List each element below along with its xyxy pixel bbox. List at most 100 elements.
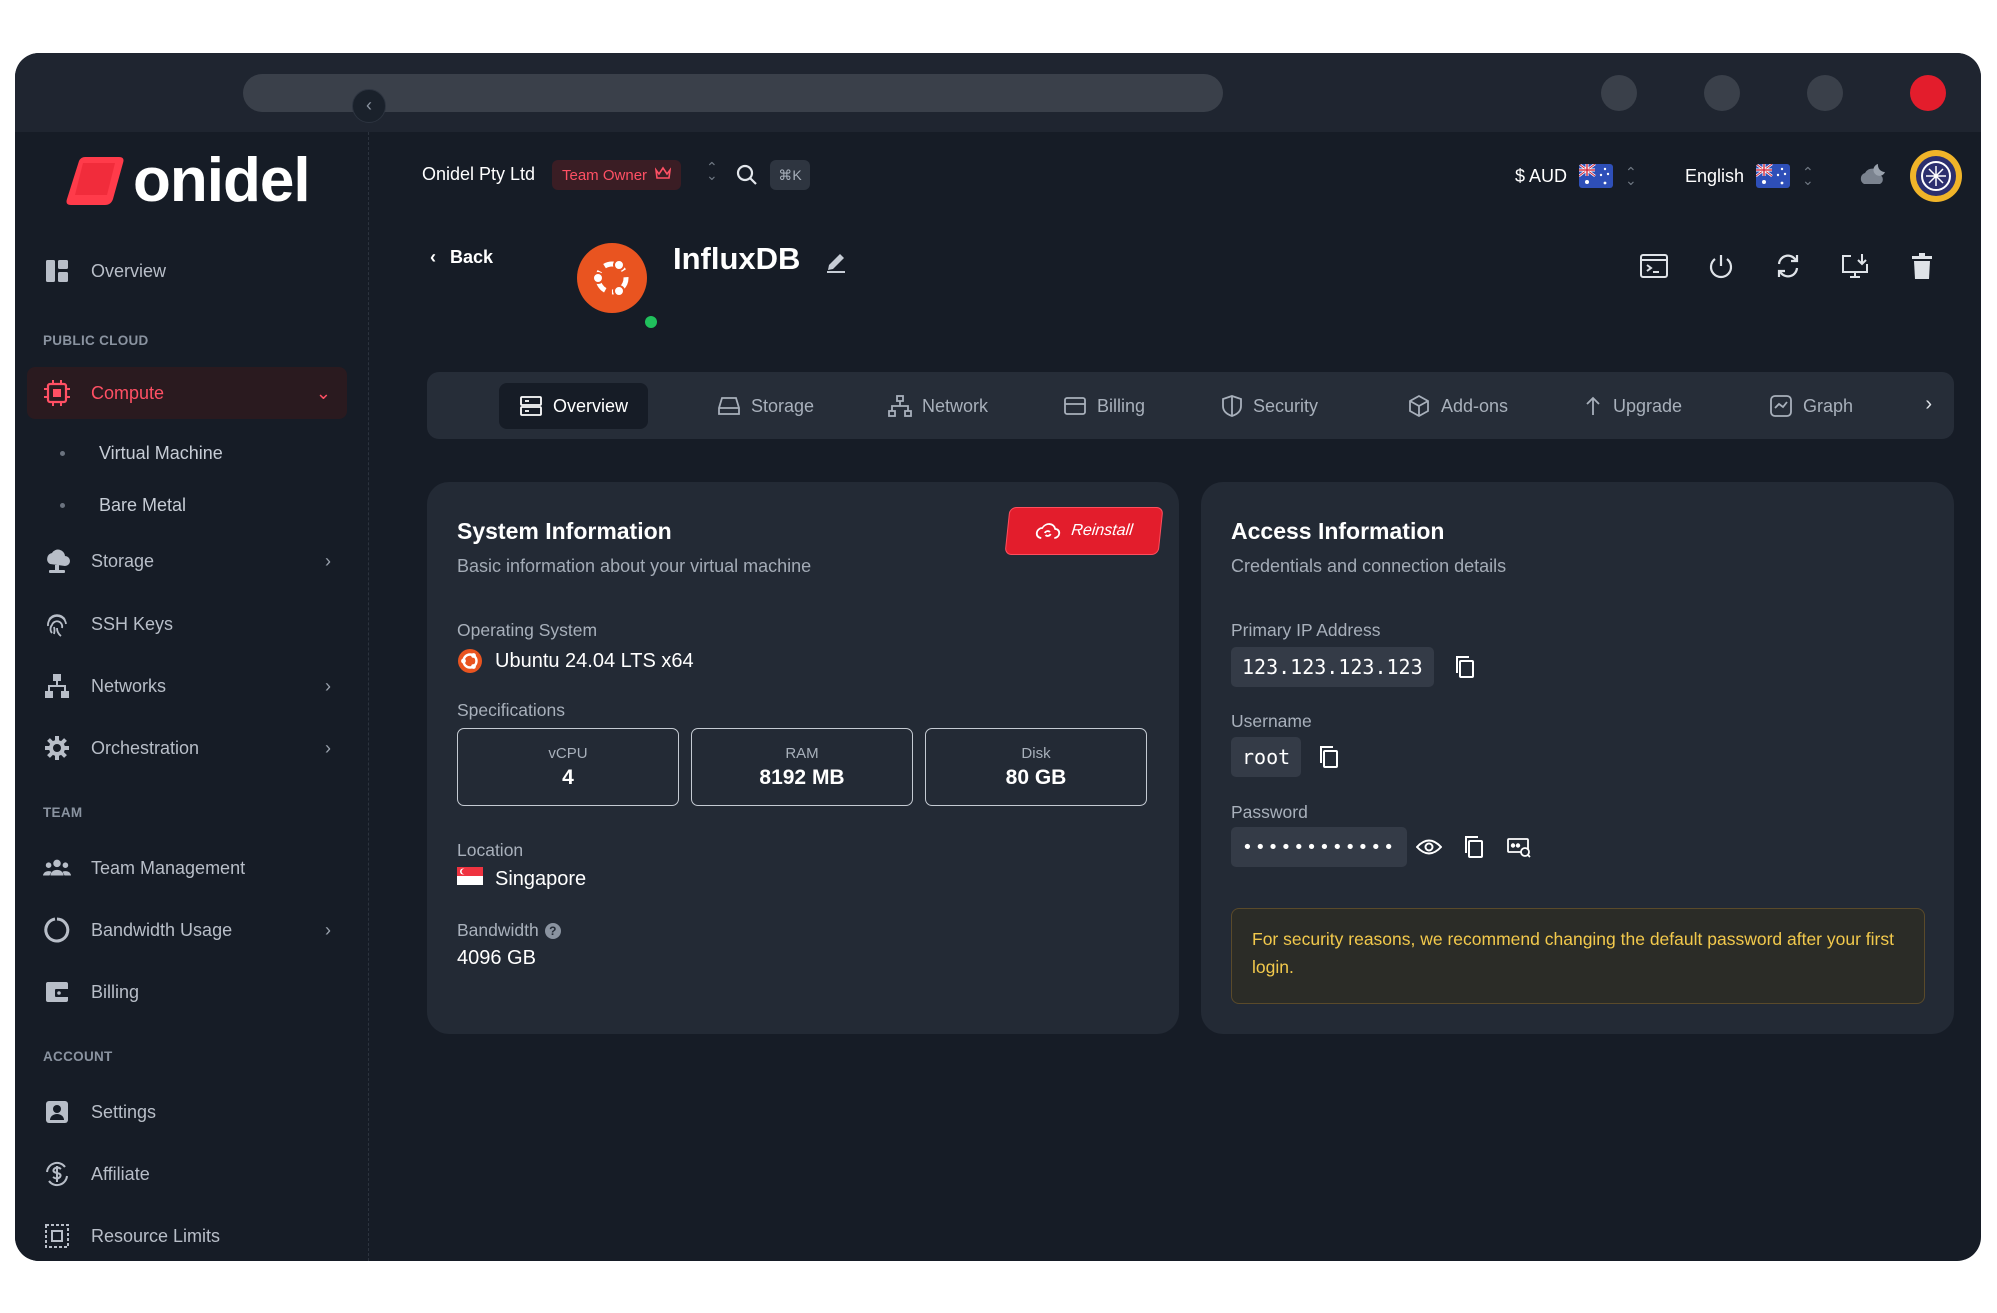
credit-card-icon	[1064, 397, 1086, 415]
close-window-dot[interactable]	[1910, 75, 1946, 111]
brand-logo[interactable]: onidel	[65, 146, 311, 215]
team-switcher-icon[interactable]: ⌃ ⌄	[706, 160, 718, 182]
password-label: Password	[1231, 802, 1308, 822]
sidebar-item-networks[interactable]: Networks ›	[27, 660, 347, 712]
sidebar-item-storage[interactable]: Storage ›	[27, 535, 347, 587]
cpu-icon	[43, 379, 71, 407]
language-selector[interactable]: English ⌃ ⌄	[1685, 164, 1814, 188]
brand-logo-icon	[66, 157, 124, 205]
copy-password-icon[interactable]	[1461, 834, 1487, 860]
window-control-dot[interactable]	[1807, 75, 1843, 111]
sidebar-item-label: Compute	[91, 382, 165, 403]
sidebar-item-overview[interactable]: Overview	[27, 245, 347, 297]
app-window: onidel ‹ Overview PUBLIC CLOUD Compute ⌄…	[15, 53, 1981, 1261]
address-bar[interactable]	[243, 74, 1223, 112]
refresh-icon	[1777, 254, 1799, 278]
tab-label: Upgrade	[1613, 395, 1683, 416]
restart-button[interactable]	[1769, 247, 1807, 285]
tab-upgrade[interactable]: Upgrade	[1563, 383, 1702, 429]
tab-label: Graph	[1803, 395, 1854, 416]
hard-drive-icon	[718, 397, 740, 415]
delete-button[interactable]	[1903, 247, 1941, 285]
chevron-right-icon: ›	[325, 919, 331, 940]
bandwidth-label: Bandwidth ?	[457, 920, 561, 941]
sidebar-item-billing[interactable]: Billing	[27, 966, 347, 1018]
brand-name: onidel	[133, 146, 311, 215]
sidebar-item-label: Settings	[91, 1101, 157, 1122]
tab-overview[interactable]: Overview	[499, 383, 649, 429]
search-icon[interactable]	[735, 163, 759, 192]
sidebar-item-label: Billing	[91, 981, 140, 1002]
spec-value: 80 GB	[1005, 765, 1067, 789]
tab-network[interactable]: Network	[868, 383, 1008, 429]
tabs-scroll-right-icon[interactable]: ›	[1925, 393, 1932, 416]
card-title: Access Information	[1231, 518, 1445, 544]
australia-flag-icon	[1756, 164, 1791, 188]
ubuntu-logo-icon	[577, 243, 647, 313]
role-badge-label: Team Owner	[562, 166, 648, 184]
location-value-text: Singapore	[495, 867, 587, 890]
sidebar-item-resource-limits[interactable]: Resource Limits	[27, 1210, 347, 1261]
sidebar-item-settings[interactable]: Settings	[27, 1086, 347, 1138]
server-icon	[520, 396, 542, 416]
trash-icon	[1912, 253, 1932, 279]
section-label-team: TEAM	[43, 805, 83, 820]
help-icon[interactable]: ?	[544, 922, 561, 939]
card-title: System Information	[457, 518, 672, 544]
sidebar-subitem-bare-metal[interactable]: Bare Metal	[27, 485, 347, 525]
tab-storage[interactable]: Storage	[697, 383, 834, 429]
section-label-account: ACCOUNT	[43, 1049, 113, 1064]
window-control-dot[interactable]	[1704, 75, 1740, 111]
tab-graph[interactable]: Graph	[1749, 383, 1873, 429]
section-label-public-cloud: PUBLIC CLOUD	[43, 333, 149, 348]
username-value: root	[1231, 737, 1302, 777]
card-subtitle: Basic information about your virtual mac…	[457, 556, 812, 576]
power-button[interactable]	[1702, 247, 1740, 285]
sidebar-item-bandwidth-usage[interactable]: Bandwidth Usage ›	[27, 904, 347, 956]
sidebar-item-orchestration[interactable]: Orchestration ›	[27, 722, 347, 774]
window-control-dot[interactable]	[1601, 75, 1637, 111]
gear-icon	[43, 734, 71, 762]
copy-username-icon[interactable]	[1316, 744, 1342, 770]
collapse-sidebar-button[interactable]: ‹	[352, 89, 386, 123]
tab-billing[interactable]: Billing	[1043, 383, 1165, 429]
chevron-updown-icon: ⌃ ⌄	[1625, 164, 1637, 188]
copy-ip-icon[interactable]	[1452, 654, 1478, 680]
sidebar-item-label: Virtual Machine	[99, 442, 223, 463]
snapshot-button[interactable]	[1836, 247, 1874, 285]
search-shortcut[interactable]: ⌘K	[770, 160, 810, 190]
back-label: Back	[450, 247, 494, 267]
shield-icon	[1222, 395, 1242, 417]
console-button[interactable]	[1635, 247, 1673, 285]
edit-name-icon[interactable]	[825, 251, 847, 278]
ip-value: 123.123.123.123	[1231, 647, 1434, 687]
tab-label: Billing	[1097, 395, 1146, 416]
tab-security[interactable]: Security	[1201, 383, 1338, 429]
user-avatar[interactable]	[1910, 150, 1962, 202]
tab-label: Storage	[751, 395, 815, 416]
sidebar-item-ssh-keys[interactable]: SSH Keys	[27, 598, 347, 650]
reinstall-button[interactable]: Reinstall	[1005, 508, 1163, 554]
spec-key: Disk	[1021, 744, 1051, 762]
sidebar-item-compute[interactable]: Compute ⌄	[27, 367, 347, 419]
team-name[interactable]: Onidel Pty Ltd	[422, 164, 535, 185]
chevron-down-icon: ⌄	[315, 382, 331, 403]
currency-selector[interactable]: $ AUD ⌃ ⌄	[1515, 164, 1637, 188]
power-icon	[1709, 255, 1733, 279]
package-icon	[1409, 394, 1429, 418]
reset-password-icon[interactable]	[1506, 834, 1532, 860]
wallet-icon	[43, 978, 71, 1006]
chevron-updown-icon: ⌃ ⌄	[1802, 164, 1814, 188]
sidebar-item-team-management[interactable]: Team Management	[27, 842, 347, 894]
cloud-refresh-icon	[1036, 523, 1061, 539]
tab-add-ons[interactable]: Add-ons	[1387, 383, 1528, 429]
back-button[interactable]: ‹ Back	[430, 247, 493, 268]
tab-label: Network	[922, 395, 989, 416]
sidebar-subitem-virtual-machine[interactable]: Virtual Machine	[27, 433, 347, 473]
show-password-icon[interactable]	[1416, 834, 1442, 860]
spec-value: 4	[562, 765, 574, 789]
access-information-card: Access Information Credentials and conne…	[1201, 482, 1954, 1034]
security-warning: For security reasons, we recommend chang…	[1231, 908, 1925, 1004]
sidebar-item-affiliate[interactable]: Affiliate	[27, 1148, 347, 1200]
theme-toggle-icon[interactable]	[1858, 160, 1888, 195]
